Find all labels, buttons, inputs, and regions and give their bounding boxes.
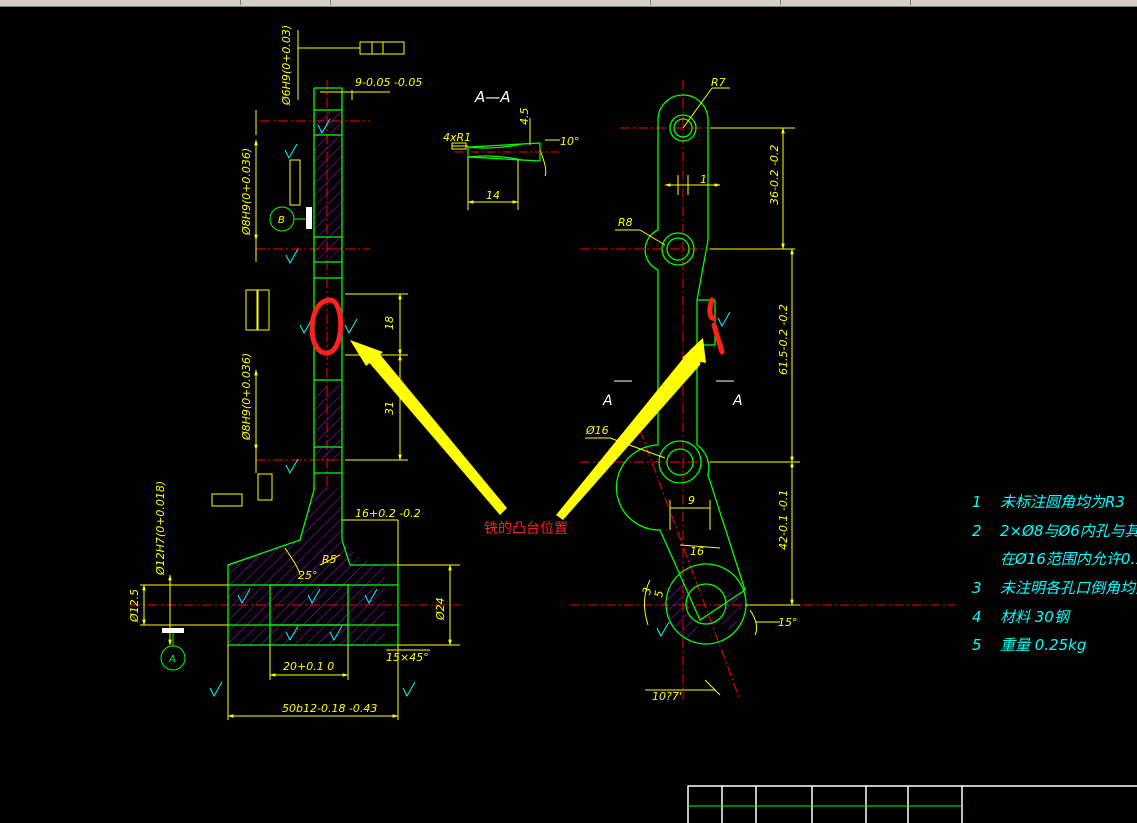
- label-chamfer: 15×45°: [386, 651, 429, 664]
- note-item: 4 材料 30钢: [972, 608, 1069, 626]
- section-mark-right: A: [732, 393, 743, 409]
- datum-b-marker: [306, 207, 312, 229]
- label-dim-1: 1: [700, 173, 707, 186]
- left-view: Ø6H9(0+0.03) 9-0.05 -0.05 Ø8H9(0+0.036) …: [128, 25, 460, 720]
- red-markup: [309, 297, 725, 356]
- label-dim-31: 31: [383, 401, 396, 415]
- label-dim-9: 9: [688, 494, 695, 507]
- label-10deg: 10°: [560, 135, 580, 148]
- toolbar-segment: [650, 0, 781, 5]
- note-item: 22×Ø8与Ø6内孔与其轴: [972, 522, 1137, 540]
- hatch-region: [314, 385, 342, 460]
- label-dim-16b: 16: [690, 545, 704, 558]
- note-item: 5 重量 0.25kg: [972, 636, 1087, 654]
- label-phi6h9: Ø6H9(0+0.03): [280, 25, 293, 106]
- label-phi8h9-bottom: Ø8H9(0+0.036): [240, 353, 253, 441]
- section-title: A—A: [474, 88, 511, 106]
- title-block: [687, 785, 1137, 823]
- note-item: 在Ø16范围内允许0.1: [1000, 550, 1137, 568]
- label-phi24: Ø24: [434, 597, 447, 621]
- section-mark-left: A: [602, 393, 613, 409]
- milled-boss-annotation: 铣的凸台位置: [484, 521, 568, 537]
- label-dim-61: 61.5-0.2 -0.2: [777, 304, 790, 375]
- label-phi12-5: Ø12.5: [128, 589, 141, 623]
- toolbar-segment: [0, 0, 241, 5]
- cad-drawing-canvas[interactable]: Ø6H9(0+0.03) 9-0.05 -0.05 Ø8H9(0+0.036) …: [0, 6, 1137, 823]
- label-4xr1: 4xR1: [443, 131, 471, 144]
- label-dim-50: 50b12-0.18 -0.43: [282, 702, 377, 715]
- label-phi12h7: Ø12H7(0+0.018): [154, 481, 167, 576]
- datum-a-marker: [162, 628, 184, 633]
- datum-a-label: A: [168, 654, 176, 665]
- lever-outline: [615, 94, 746, 621]
- right-view: R7 R8 Ø16 1 36-0.2 -0.2 61.5-0.2 -0.2 42…: [570, 76, 955, 703]
- label-tol-9: 9-0.05 -0.05: [355, 76, 422, 89]
- label-angle-15: 15°: [778, 616, 798, 629]
- label-angle-25: 25°: [298, 569, 318, 582]
- label-dim-36: 36-0.2 -0.2: [768, 145, 781, 205]
- label-14: 14: [486, 189, 500, 202]
- label-dim-5: 5: [652, 589, 666, 598]
- note-item: 1 未标注圆角均为R3: [972, 493, 1125, 511]
- label-phi8h9-top: Ø8H9(0+0.036): [240, 148, 253, 236]
- label-r5: R5: [322, 553, 337, 566]
- annotation-arrows: [350, 338, 706, 520]
- label-dim-20: 20+0.1 0: [283, 660, 334, 673]
- section-a-a: A—A 4xR1 4.5 10° 14: [443, 88, 580, 210]
- label-phi16: Ø16: [585, 424, 609, 437]
- label-dim-18: 18: [383, 316, 396, 330]
- label-4-5: 4.5: [518, 108, 531, 126]
- label-angle-1027: 10?7': [652, 690, 682, 703]
- toolbar-segment: [780, 0, 911, 5]
- label-r7: R7: [711, 76, 726, 89]
- label-dim-42: 42-0.1 -0.1: [777, 490, 790, 550]
- toolbar-segment: [240, 0, 331, 5]
- note-item: 3未注明各孔口倒角均为0.: [972, 579, 1137, 597]
- label-dim-16: 16+0.2 -0.2: [355, 507, 421, 520]
- datum-b-label: B: [278, 215, 285, 226]
- label-r8: R8: [618, 216, 633, 229]
- toolbar-segment: [330, 0, 651, 5]
